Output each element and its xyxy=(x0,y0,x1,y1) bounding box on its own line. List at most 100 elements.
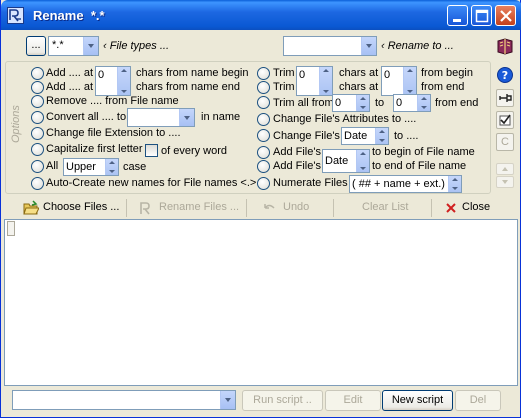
radio-change-date[interactable] xyxy=(257,129,270,142)
radio-trim-all[interactable] xyxy=(257,96,270,109)
spin-updown-icon[interactable] xyxy=(356,150,369,172)
chevron-down-icon[interactable] xyxy=(361,37,376,55)
numerate-label: Numerate Files xyxy=(273,177,348,189)
delete-script-button[interactable]: Del xyxy=(455,390,501,411)
rename-files-button[interactable]: Rename Files ... xyxy=(138,197,240,219)
every-word-checkbox[interactable] xyxy=(145,144,158,157)
close-x-icon xyxy=(446,203,456,213)
auto-create-label: Auto-Create new names for File names <.> xyxy=(46,177,257,189)
options-group-label: Options xyxy=(10,105,22,143)
radio-capitalize[interactable] xyxy=(31,143,44,156)
file-attr-spinner[interactable]: Date xyxy=(322,149,370,173)
book-icon[interactable] xyxy=(495,36,515,56)
spin-updown-icon[interactable] xyxy=(319,67,332,95)
change-date-label: Change File's xyxy=(273,130,340,142)
radio-trim-begin[interactable] xyxy=(257,67,270,80)
file-types-combo[interactable]: *.* xyxy=(48,36,99,56)
add-end-suffix: chars from name end xyxy=(136,81,240,93)
change-date-spinner[interactable]: Date xyxy=(341,127,389,145)
add-to-end-suffix: to end of File name xyxy=(372,160,467,172)
trim-count-value: 0 xyxy=(299,69,306,81)
rename-icon xyxy=(140,202,150,215)
clear-list-label: Clear List xyxy=(362,201,409,213)
all-case-label: All xyxy=(46,160,59,172)
help-button[interactable]: ? xyxy=(496,66,514,84)
radio-all-case[interactable] xyxy=(31,160,44,173)
folder-open-icon xyxy=(23,200,39,215)
run-script-button[interactable]: Run script .. xyxy=(242,390,323,411)
browse-dots-button[interactable]: ... xyxy=(26,36,46,56)
every-word-label: of every word xyxy=(161,145,228,157)
file-list[interactable] xyxy=(4,219,518,386)
scroll-down-button[interactable] xyxy=(496,176,514,188)
script-combo[interactable] xyxy=(12,390,236,410)
app-rename-icon xyxy=(7,7,24,24)
edit-script-button[interactable]: Edit xyxy=(325,390,381,411)
capitalize-label: Capitalize first letter xyxy=(46,143,143,155)
add-end-label: Add .... at xyxy=(46,81,94,93)
change-date-value: Date xyxy=(344,130,368,142)
radio-add-end[interactable] xyxy=(31,81,44,94)
separator xyxy=(126,199,127,217)
scroll-up-button[interactable] xyxy=(496,163,514,175)
trim-at-value: 0 xyxy=(384,69,391,81)
clear-tool-button[interactable]: C xyxy=(496,133,514,151)
script-bar: Run script .. Edit New script Del xyxy=(1,388,520,416)
add-begin-suffix: chars from name begin xyxy=(136,67,249,79)
spin-updown-icon[interactable] xyxy=(117,67,130,95)
trim-at-spinner[interactable]: 0 xyxy=(381,66,417,96)
close-window-button[interactable] xyxy=(495,5,516,26)
arrow-down-icon xyxy=(502,180,508,184)
radio-add-begin[interactable] xyxy=(31,67,44,80)
title-bar[interactable]: Rename *.* xyxy=(1,0,521,30)
spin-updown-icon[interactable] xyxy=(375,128,388,144)
close-label: Close xyxy=(462,201,491,213)
radio-change-extension[interactable] xyxy=(31,127,44,140)
maximize-button[interactable] xyxy=(471,5,492,26)
minimize-button[interactable] xyxy=(447,5,468,26)
trim-all-from-value: 0 xyxy=(335,97,342,109)
list-header[interactable] xyxy=(7,221,15,236)
radio-add-to-end[interactable] xyxy=(257,160,270,173)
chevron-down-icon[interactable] xyxy=(83,37,98,55)
new-script-button[interactable]: New script xyxy=(382,390,453,411)
chevron-down-icon[interactable] xyxy=(220,391,235,409)
spin-updown-icon[interactable] xyxy=(417,95,430,111)
radio-numerate[interactable] xyxy=(257,177,270,190)
choose-files-button[interactable]: Choose Files ... xyxy=(23,197,123,219)
case-spinner[interactable]: Upper xyxy=(63,158,119,176)
change-date-suffix: to .... xyxy=(394,130,419,142)
radio-auto-create[interactable] xyxy=(31,177,44,190)
spin-updown-icon[interactable] xyxy=(105,159,118,175)
trim-all-from-spinner[interactable]: 0 xyxy=(332,94,370,112)
rename-window: Rename *.* ... *.* ‹ File types ... ‹ Re… xyxy=(0,0,521,418)
spin-updown-icon[interactable] xyxy=(403,67,416,95)
radio-convert[interactable] xyxy=(31,111,44,124)
trim-all-label: Trim all from xyxy=(273,97,334,109)
pin-button[interactable] xyxy=(496,89,514,107)
separator xyxy=(431,199,432,217)
trim-begin-chars-at: chars at xyxy=(339,67,379,79)
check-button[interactable] xyxy=(496,111,514,129)
close-icon xyxy=(500,10,512,22)
radio-change-attributes[interactable] xyxy=(257,113,270,126)
rename-to-label: ‹ Rename to ... xyxy=(381,40,454,52)
spin-updown-icon[interactable] xyxy=(448,176,461,192)
help-icon: ? xyxy=(497,67,513,83)
undo-button[interactable]: Undo xyxy=(261,197,321,219)
rename-to-combo[interactable] xyxy=(283,36,377,56)
close-button[interactable]: Close xyxy=(443,197,497,219)
spin-updown-icon[interactable] xyxy=(356,95,369,111)
change-extension-label: Change file Extension to .... xyxy=(46,127,181,139)
radio-add-to-begin[interactable] xyxy=(257,146,270,159)
trim-all-to-spinner[interactable]: 0 xyxy=(393,94,431,112)
chevron-down-icon[interactable] xyxy=(179,109,194,126)
undo-label: Undo xyxy=(283,201,310,213)
clear-list-button[interactable]: Clear List xyxy=(362,197,414,219)
radio-remove[interactable] xyxy=(31,95,44,108)
numerate-pattern-spinner[interactable]: ( ## + name + ext.) xyxy=(349,175,462,193)
add-position-spinner[interactable]: 0 xyxy=(95,66,131,96)
radio-trim-end[interactable] xyxy=(257,81,270,94)
convert-to-combo[interactable] xyxy=(127,108,195,127)
trim-count-spinner[interactable]: 0 xyxy=(296,66,333,96)
